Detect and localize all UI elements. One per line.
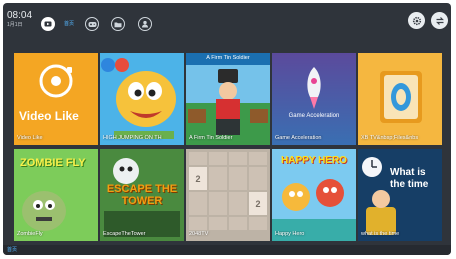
- game-board-2048: 2 2: [189, 152, 267, 230]
- board-cell: [189, 192, 207, 215]
- active-tab-label: 首页: [64, 21, 75, 27]
- switch-button[interactable]: [431, 12, 448, 29]
- app-tile-2048tv[interactable]: 2 2 2048TV: [186, 149, 270, 241]
- app-tile-tin-soldier[interactable]: A Firm Tin Soldier A Firm Tin Soldier: [186, 53, 270, 145]
- board-cell: [209, 192, 227, 215]
- bottom-bar: [3, 245, 451, 255]
- app-tile-what-is-the-time[interactable]: What is the time what is the time: [358, 149, 442, 241]
- tile-label: Happy Hero: [275, 231, 305, 237]
- tile-label: XB TV&nbsp;Files&nbs: [361, 135, 419, 141]
- clock-art: [358, 149, 442, 241]
- tile-art-text: ZOMBIE FLY: [20, 157, 86, 169]
- tile-art-text: Game Acceleration: [288, 113, 340, 119]
- board-cell: [249, 217, 267, 230]
- tile-label: HIGH JUMPING ON TH: [103, 135, 162, 141]
- user-icon: [142, 20, 148, 28]
- board-cell: [229, 152, 247, 165]
- board-cell: [209, 152, 227, 165]
- board-cell: 2: [189, 167, 207, 190]
- tab-video[interactable]: [41, 17, 55, 31]
- tile-art-text: HAPPY HERO: [281, 155, 347, 166]
- clock-date: 1月1日: [7, 22, 23, 28]
- tile-label: ZombieFly: [17, 231, 43, 237]
- gear-icon: [412, 16, 421, 25]
- board-cell: [249, 152, 267, 165]
- tile-art-text: ESCAPE THE TOWER: [106, 183, 178, 207]
- tile-art-text: What is the time: [390, 167, 429, 190]
- file-manager-icon: [358, 53, 442, 145]
- app-tile-zombie-fly[interactable]: ZOMBIE FLY ZombieFly: [14, 149, 98, 241]
- app-tile-high-jumping[interactable]: HIGH JUMPING ON TH: [100, 53, 184, 145]
- folder-icon: [114, 22, 122, 27]
- tile-label: EscapeTheTower: [103, 231, 146, 237]
- board-cell: [229, 217, 247, 230]
- board-cell: [229, 167, 247, 190]
- jumping-character-art: [100, 53, 184, 145]
- swap-icon: [435, 16, 444, 25]
- board-cell: 2: [249, 192, 267, 215]
- tab-user[interactable]: [138, 17, 152, 31]
- launcher-screen: 08:04 1月1日 首页 Video Like Video Like HIGH…: [3, 3, 451, 255]
- rocket-icon: [272, 53, 356, 145]
- bottom-label: 首页: [7, 247, 18, 253]
- board-cell: [229, 192, 247, 215]
- tab-folder[interactable]: [111, 17, 125, 31]
- board-cell: [209, 217, 227, 230]
- tin-soldier-art: [186, 53, 270, 145]
- tile-art-text: A Firm Tin Soldier: [206, 55, 250, 61]
- tile-label: A Firm Tin Soldier: [189, 135, 233, 141]
- tile-art-text: Video Like: [19, 109, 79, 123]
- video-like-logo: [39, 64, 73, 98]
- tile-label: Video Like: [17, 135, 43, 141]
- app-tile-game-acceleration[interactable]: Game Acceleration Game Acceleration: [272, 53, 356, 145]
- board-cell: [189, 217, 207, 230]
- settings-button[interactable]: [408, 12, 425, 29]
- gamepad-icon: [88, 21, 96, 27]
- tab-games[interactable]: [85, 17, 99, 31]
- app-tile-escape-the-tower[interactable]: ESCAPE THE TOWER EscapeTheTower: [100, 149, 184, 241]
- app-tile-xb-tv-files[interactable]: XB TV&nbsp;Files&nbs: [358, 53, 442, 145]
- tile-label: 2048TV: [189, 231, 209, 237]
- video-icon: [44, 21, 52, 27]
- clock: 08:04 1月1日: [7, 11, 32, 29]
- app-tile-happy-hero[interactable]: HAPPY HERO Happy Hero: [272, 149, 356, 241]
- board-cell: [209, 167, 227, 190]
- board-cell: [249, 167, 267, 190]
- tile-label: Game Acceleration: [275, 135, 322, 141]
- clock-time: 08:04: [7, 10, 33, 21]
- board-cell: [189, 152, 207, 165]
- app-tile-video-like[interactable]: Video Like Video Like: [14, 53, 98, 145]
- tile-label: what is the time: [361, 231, 400, 237]
